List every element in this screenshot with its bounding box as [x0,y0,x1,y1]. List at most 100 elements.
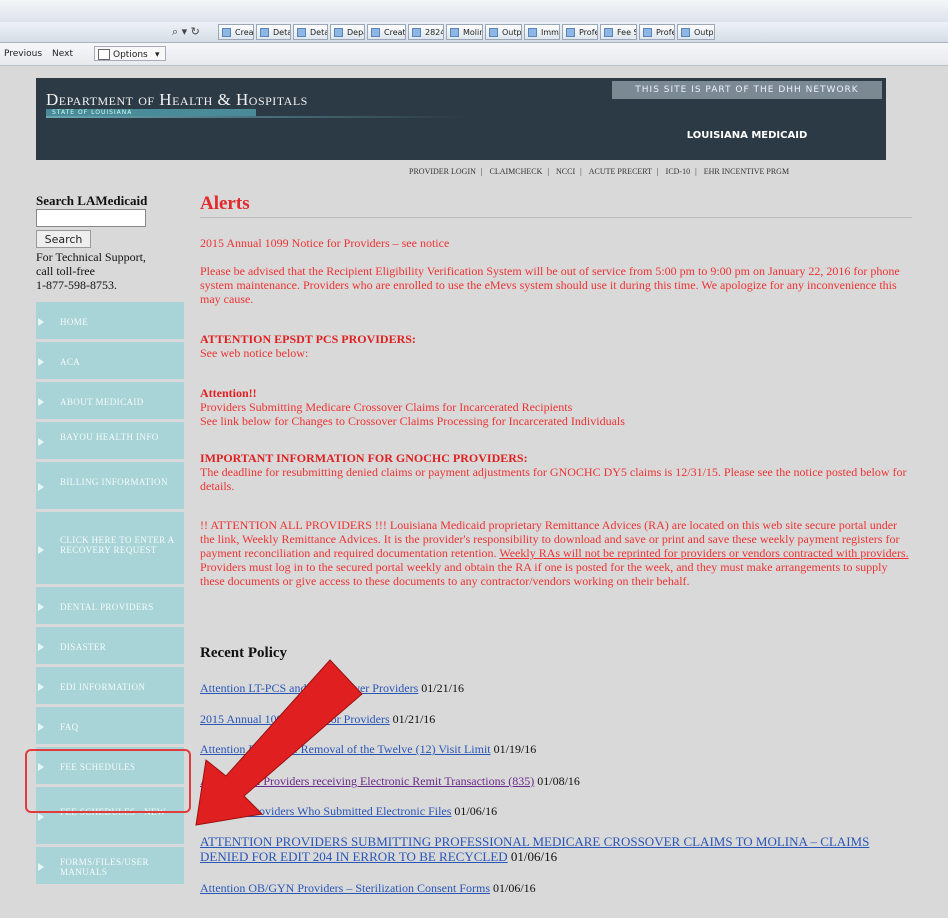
link-ncci[interactable]: NCCI [556,167,575,176]
alert-epsdt-body: See web notice below: [200,346,309,360]
link-provider-login[interactable]: PROVIDER LOGIN [409,167,476,176]
browser-tab[interactable]: Creat... [367,24,406,40]
browser-tab-label: Outp... [502,28,522,37]
policy-date: 01/06/16 [493,881,536,895]
search-input[interactable] [36,209,146,227]
nav-arrow-icon [38,683,44,691]
nav-arrow-icon [38,723,44,731]
browser-tab[interactable]: Detail... [293,24,328,40]
nav-item-aca[interactable]: ACA [36,342,184,382]
policy-date: 01/08/16 [537,774,580,788]
search-button[interactable]: Search [36,230,91,248]
browser-tab[interactable]: Creat... [218,24,254,40]
nav-item-label: DISASTER [60,642,107,652]
policy-date: 01/06/16 [454,804,498,818]
nav-item-forms-files-user-manuals[interactable]: FORMS/FILES/USER MANUALS [36,847,184,887]
nav-item-dental-providers[interactable]: DENTAL PROVIDERS [36,587,184,627]
medicaid-label[interactable]: LOUISIANA MEDICAID [612,130,882,141]
find-bar: Previous Next Options ▾ [0,43,948,66]
support-phone: 1-877-598-8753. [36,278,117,292]
nav-item-label: BILLING INFORMATION [60,477,168,487]
page-icon [334,28,343,37]
alert-1099[interactable]: 2015 Annual 1099 Notice for Providers – … [200,236,912,250]
page-icon [260,28,269,37]
nav-arrow-icon [38,545,44,554]
alert-gnochc: IMPORTANT INFORMATION FOR GNOCHC PROVIDE… [200,451,912,493]
policy-date: 01/19/16 [493,742,537,756]
alerts-heading: Alerts [200,193,250,214]
browser-tab[interactable]: Profe... [639,24,675,40]
nav-item-click-here-to-enter-a-recovery-request[interactable]: CLICK HERE TO ENTER A RECOVERY REQUEST [36,512,184,587]
banner-divider [46,116,466,118]
browser-tab-label: Creat... [384,28,406,37]
browser-tab[interactable]: Depar... [330,24,365,40]
address-bar-controls[interactable]: ⌕ ▾ ↻ [172,25,200,39]
find-options-label: Options [113,50,148,60]
browser-tab[interactable]: Outp... [677,24,715,40]
page-icon [681,28,690,37]
browser-tab[interactable]: Profe... [562,24,598,40]
browser-tab[interactable]: Fee S... [600,24,637,40]
find-previous-button[interactable]: Previous [4,49,42,59]
support-line: call toll-free [36,264,95,278]
find-next-button[interactable]: Next [52,49,73,59]
policy-date: 01/06/16 [510,849,558,864]
alert-rev-outage: Please be advised that the Recipient Eli… [200,264,900,306]
browser-tab-label: Molin... [463,28,482,37]
policy-link[interactable]: Attention OB/GYN Providers – Sterilizati… [200,881,490,895]
page-icon [412,28,421,37]
policy-link[interactable]: Attention LT-PCS and PCA Waiver Provider… [200,681,418,695]
page-icon [371,28,380,37]
link-acute-precert[interactable]: ACUTE PRECERT [589,167,652,176]
highlight-box-annotation [25,749,191,813]
site-title[interactable]: Department of Health & Hospitals [46,90,308,110]
browser-tab[interactable]: Molin... [446,24,483,40]
support-line: For Technical Support, [36,250,146,264]
link-icd10[interactable]: ICD-10 [666,167,690,176]
nav-arrow-icon [38,603,44,611]
alert-remittance-text-2: Providers must log in to the secured por… [200,560,888,588]
network-badge[interactable]: THIS SITE IS PART OF THE DHH NETWORK [612,81,882,99]
alert-remittance-underline: Weekly RAs will not be reprinted for pro… [499,546,909,560]
nav-item-edi-information[interactable]: EDI INFORMATION [36,667,184,707]
browser-tab-label: Profe... [656,28,674,37]
nav-item-disaster[interactable]: DISASTER [36,627,184,667]
policy-link[interactable]: Attention all Providers receiving Electr… [200,774,534,788]
policy-link[interactable]: 2015 Annual 1099 Notice for Providers [200,712,390,726]
nav-item-billing-information[interactable]: BILLING INFORMATION [36,462,184,512]
browser-tab-label: Profe... [579,28,597,37]
browser-title-strip [0,0,948,22]
nav-arrow-icon [38,398,44,406]
alert-crossover-title: Attention!! [200,386,257,400]
nav-item-label: CLICK HERE TO ENTER A RECOVERY REQUEST [60,534,175,555]
nav-item-bayou-health-info[interactable]: BAYOU HEALTH INFO [36,422,184,462]
page-icon [450,28,459,37]
alert-crossover: Attention!! Providers Submitting Medicar… [200,386,912,428]
browser-tab[interactable]: 2824... [408,24,444,40]
browser-tab-label: Fee S... [617,28,636,37]
nav-item-home[interactable]: HOME [36,302,184,342]
policy-item: Attention LT-PCS and PCA Waiver Provider… [200,681,912,695]
page-icon [528,28,537,37]
nav-item-faq[interactable]: FAQ [36,707,184,747]
alert-epsdt: ATTENTION EPSDT PCS PROVIDERS: See web n… [200,332,912,360]
pencil-icon [98,49,110,60]
nav-item-label: BAYOU HEALTH INFO [60,432,159,442]
nav-arrow-icon [38,483,44,491]
nav-arrow-icon [38,438,44,446]
nav-arrow-icon [38,813,44,821]
browser-tab[interactable]: Detail... [256,24,291,40]
link-ehr-incentive[interactable]: EHR INCENTIVE PRGM [704,167,789,176]
page-icon [489,28,498,37]
nav-item-label: DENTAL PROVIDERS [60,602,154,612]
policy-link[interactable]: Attention Providers Who Submitted Electr… [200,804,451,818]
browser-tab[interactable]: Imm... [524,24,560,40]
browser-tab-label: Creat... [235,28,254,37]
find-options-button[interactable]: Options ▾ [94,46,166,61]
policy-link[interactable]: Attention Providers: Removal of the Twel… [200,742,491,756]
browser-tab[interactable]: Outp... [485,24,522,40]
alert-epsdt-title: ATTENTION EPSDT PCS PROVIDERS: [200,332,416,346]
link-claimcheck[interactable]: CLAIMCHECK [490,167,543,176]
nav-item-label: ABOUT MEDICAID [60,397,144,407]
nav-item-about-medicaid[interactable]: ABOUT MEDICAID [36,382,184,422]
